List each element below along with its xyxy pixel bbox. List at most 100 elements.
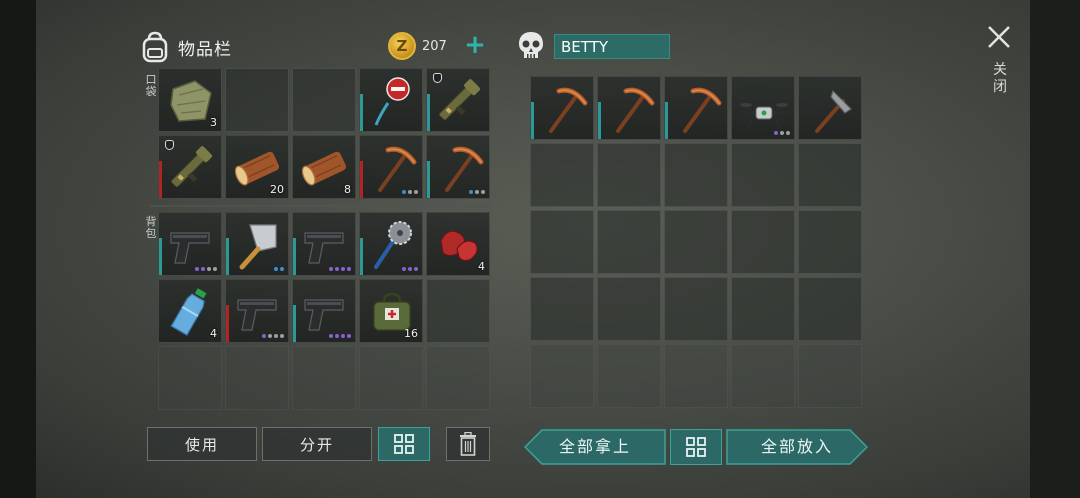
container-slot[interactable] <box>731 143 795 207</box>
pocket-slot[interactable] <box>359 135 423 199</box>
durability-bar <box>598 101 601 139</box>
pocket-slot[interactable]: 3 <box>158 68 222 132</box>
pocket-slot[interactable] <box>359 68 423 132</box>
backpack-slot[interactable] <box>225 346 289 410</box>
backpack-slot[interactable] <box>158 212 222 276</box>
backpack-slot[interactable] <box>225 279 289 343</box>
pocket-grid: 3 20 8 <box>158 68 490 199</box>
durability-bar <box>226 237 229 275</box>
container-slot[interactable] <box>530 210 594 274</box>
pocket-slot[interactable] <box>426 135 490 199</box>
add-coins-button[interactable]: + <box>462 32 488 60</box>
backpack-slot[interactable] <box>158 346 222 410</box>
container-slot[interactable] <box>798 210 862 274</box>
durability-bar <box>159 160 162 198</box>
pocket-slot[interactable] <box>426 68 490 132</box>
pocket-slot[interactable]: 8 <box>292 135 356 199</box>
durability-bar <box>293 237 296 275</box>
container-slot[interactable] <box>731 210 795 274</box>
upgrade-dot <box>774 131 778 135</box>
take-all-button[interactable]: 全部拿上 <box>523 429 666 465</box>
close-label[interactable]: 关闭 <box>992 62 1008 96</box>
container-slot[interactable] <box>664 277 728 341</box>
backpack-slot[interactable] <box>292 279 356 343</box>
inventory-title: 物品栏 <box>178 39 232 60</box>
sort-inventory-button[interactable] <box>378 427 430 461</box>
durability-bar <box>665 101 668 139</box>
upgrade-dot <box>335 334 339 338</box>
container-slot[interactable] <box>530 344 594 408</box>
trash-button[interactable] <box>446 427 490 461</box>
backpack-slot[interactable] <box>292 346 356 410</box>
backpack-slot[interactable] <box>426 346 490 410</box>
container-slot[interactable] <box>597 76 661 140</box>
inventory-screen: 物品栏 Z 207 + BETTY 关闭 口袋 背包 3 20 8 4 4 16 使用 … <box>0 0 1080 498</box>
upgrade-dot <box>329 267 333 271</box>
split-button[interactable]: 分开 <box>262 427 372 461</box>
container-slot[interactable] <box>664 143 728 207</box>
put-all-button[interactable]: 全部放入 <box>726 429 869 465</box>
container-slot[interactable] <box>798 277 862 341</box>
upgrade-dots <box>262 334 284 338</box>
trash-icon <box>460 432 476 456</box>
left-edge <box>0 0 36 498</box>
upgrade-dot <box>402 190 406 194</box>
backpack-slot[interactable]: 4 <box>158 279 222 343</box>
upgrade-dot <box>347 334 351 338</box>
container-slot[interactable] <box>530 76 594 140</box>
container-slot[interactable] <box>731 277 795 341</box>
shield-icon <box>433 73 442 83</box>
container-slot[interactable] <box>731 344 795 408</box>
drone-icon <box>740 103 788 128</box>
backpack-slot[interactable]: 4 <box>426 212 490 276</box>
pistol-icon <box>237 299 277 331</box>
coin-symbol: Z <box>396 37 408 55</box>
upgrade-dot <box>274 334 278 338</box>
hammer-pick-icon <box>815 89 852 133</box>
pickaxe-icon <box>549 87 588 133</box>
pocket-slot[interactable] <box>225 68 289 132</box>
pocket-slot[interactable] <box>158 135 222 199</box>
pocket-slot[interactable] <box>292 68 356 132</box>
container-slot[interactable] <box>798 344 862 408</box>
container-slot[interactable] <box>530 143 594 207</box>
container-slot[interactable] <box>664 76 728 140</box>
pocket-slot[interactable]: 20 <box>225 135 289 199</box>
stop-sign-icon <box>374 77 410 126</box>
backpack-slot[interactable] <box>359 212 423 276</box>
container-slot[interactable] <box>798 143 862 207</box>
upgrade-dot <box>207 267 211 271</box>
backpack-slot[interactable] <box>426 279 490 343</box>
close-icon[interactable] <box>984 22 1014 52</box>
upgrade-dot <box>414 190 418 194</box>
rpg-launcher-icon <box>438 79 481 121</box>
backpack-slot[interactable] <box>292 212 356 276</box>
upgrade-dots <box>329 334 351 338</box>
container-slot[interactable] <box>597 344 661 408</box>
container-slot[interactable] <box>597 277 661 341</box>
upgrade-dot <box>780 131 784 135</box>
upgrade-dot <box>274 267 278 271</box>
pickaxe-icon <box>616 87 655 133</box>
container-slot[interactable] <box>597 210 661 274</box>
backpack-slot[interactable] <box>359 346 423 410</box>
upgrade-dot <box>268 334 272 338</box>
upgrade-dot <box>195 267 199 271</box>
container-slot[interactable] <box>597 143 661 207</box>
pocket-label: 口袋 <box>145 73 157 98</box>
upgrade-dot <box>213 267 217 271</box>
backpack-slot[interactable] <box>225 212 289 276</box>
backpack-slot[interactable]: 16 <box>359 279 423 343</box>
item-count: 3 <box>210 116 217 129</box>
container-slot[interactable] <box>798 76 862 140</box>
container-slot[interactable] <box>664 210 728 274</box>
backpack-icon <box>142 31 168 63</box>
use-button[interactable]: 使用 <box>147 427 257 461</box>
right-edge <box>1030 0 1080 498</box>
container-slot[interactable] <box>664 344 728 408</box>
container-slot[interactable] <box>530 277 594 341</box>
upgrade-dot <box>408 267 412 271</box>
container-slot[interactable] <box>731 76 795 140</box>
upgrade-dots <box>195 267 217 271</box>
sort-container-button[interactable] <box>670 429 722 465</box>
